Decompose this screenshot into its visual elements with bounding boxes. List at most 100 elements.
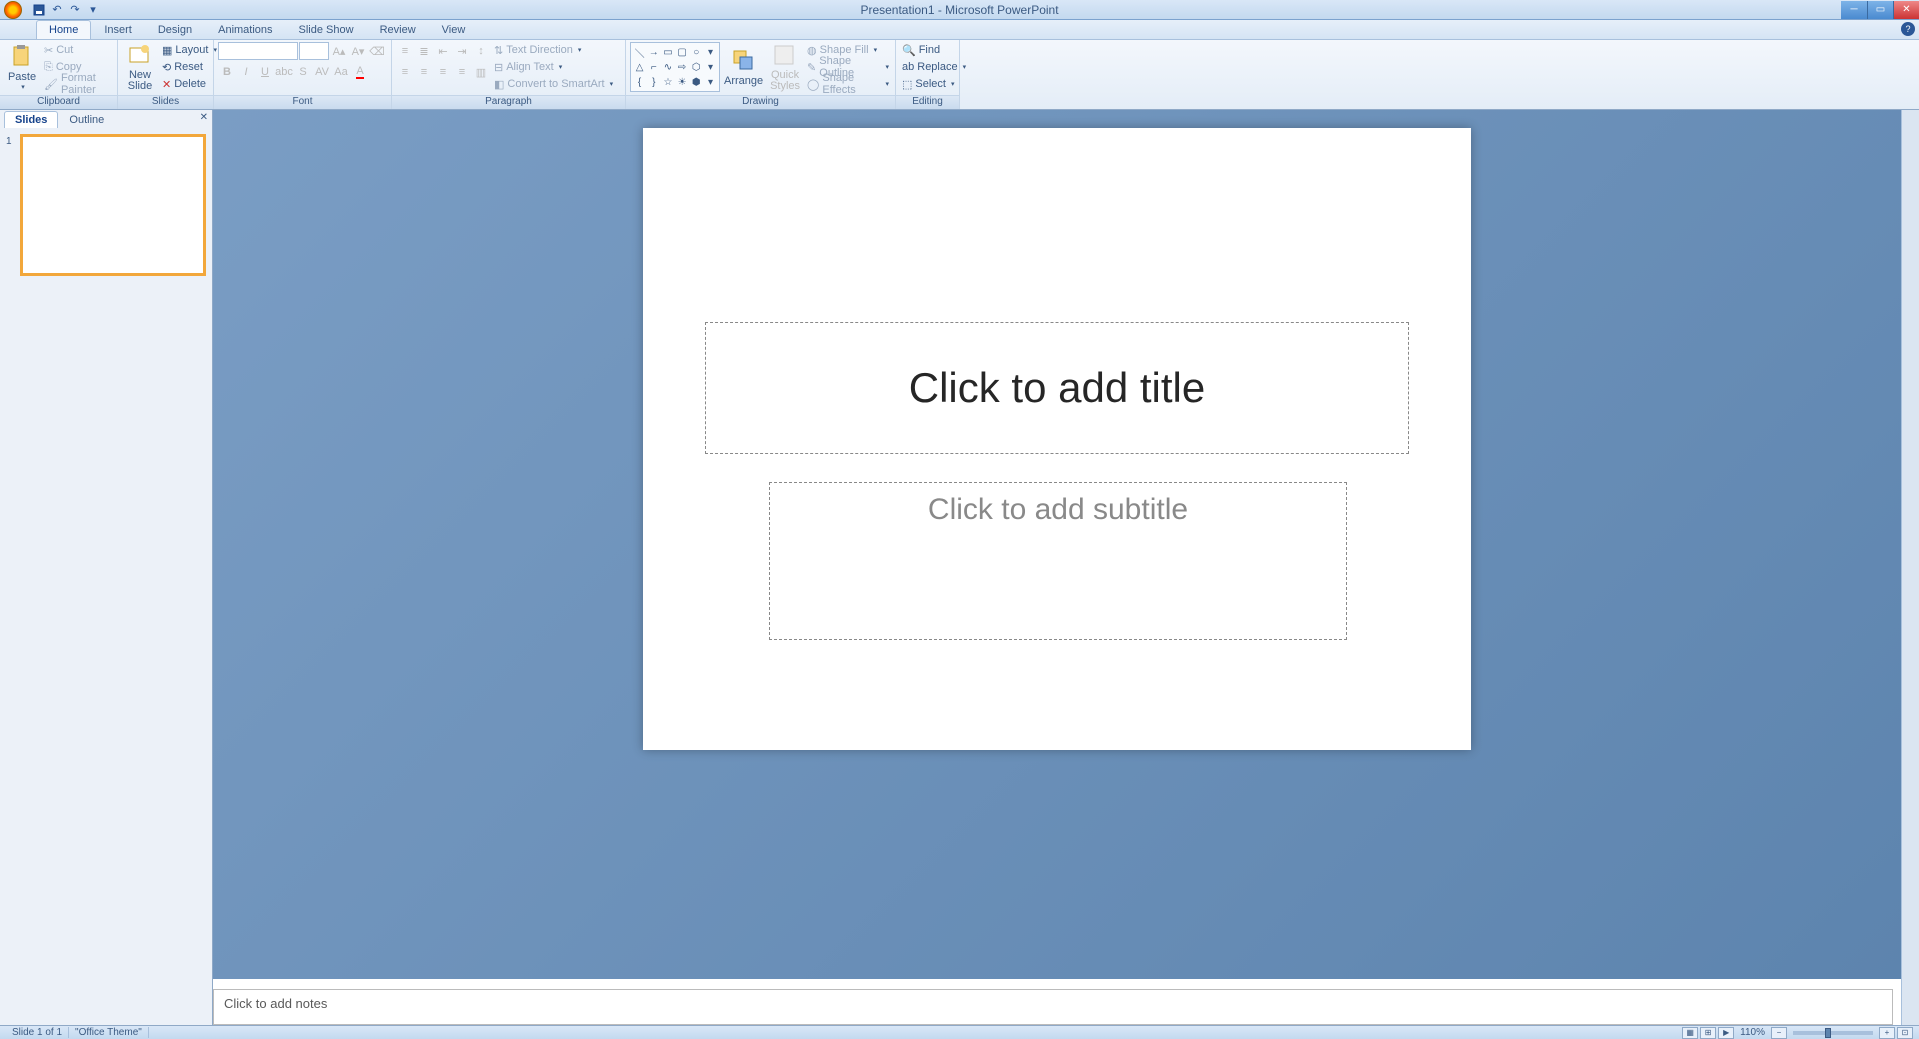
italic-button[interactable]: I [237,63,255,81]
paste-button[interactable]: Paste ▾ [4,42,40,94]
replace-button[interactable]: abReplace▾ [900,59,968,75]
panel-tab-outline[interactable]: Outline [58,111,115,128]
subtitle-placeholder[interactable]: Click to add subtitle [769,482,1347,640]
shape-hex-icon[interactable]: ⬡ [690,61,703,75]
numbering-button[interactable]: ≣ [415,42,433,60]
bold-button[interactable]: B [218,63,236,81]
group-slides: New Slide ▦Layout▾ ⟲Reset ✕Delete Slides [118,40,214,109]
chevron-down-icon: ▾ [21,83,25,91]
group-label: Editing [896,95,959,109]
text-direction-button[interactable]: ⇅Text Direction▾ [492,42,615,58]
shape-elbow-icon[interactable]: ⌐ [647,61,660,75]
subtitle-placeholder-text: Click to add subtitle [928,493,1188,527]
cut-button[interactable]: ✂Cut [42,42,113,58]
shape-more2-icon[interactable]: ▾ [704,61,717,75]
increase-indent-button[interactable]: ⇥ [453,42,471,60]
line-spacing-button[interactable]: ↕ [472,42,490,60]
shape-brace-icon[interactable]: { [633,76,646,90]
zoom-in-button[interactable]: + [1879,1027,1895,1039]
strike-button[interactable]: abc [275,63,293,81]
font-size-combo[interactable] [299,42,329,60]
title-placeholder[interactable]: Click to add title [705,322,1409,454]
underline-button[interactable]: U [256,63,274,81]
slideshow-view-button[interactable]: ▶ [1718,1027,1734,1039]
font-color-button[interactable]: A [351,63,369,81]
layout-button[interactable]: ▦Layout▾ [160,42,219,58]
shape-brace2-icon[interactable]: } [647,76,660,90]
paste-icon [10,45,34,69]
clear-format-button[interactable]: ⌫ [368,42,386,60]
new-slide-button[interactable]: New Slide [122,42,158,94]
zoom-thumb[interactable] [1825,1028,1831,1038]
align-right-button[interactable]: ≡ [434,63,452,81]
shrink-font-button[interactable]: A▾ [349,42,367,60]
redo-icon[interactable]: ↷ [68,3,82,17]
help-icon[interactable]: ? [1901,22,1915,36]
tab-view[interactable]: View [429,20,479,39]
tab-design[interactable]: Design [145,20,205,39]
shadow-button[interactable]: S [294,63,312,81]
shape-star-icon[interactable]: ☆ [661,76,674,90]
arrange-button[interactable]: Arrange [722,42,765,94]
quick-styles-button[interactable]: Quick Styles [767,42,803,94]
zoom-out-button[interactable]: − [1771,1027,1787,1039]
qat-dropdown-icon[interactable]: ▾ [86,3,100,17]
eraser-icon: ⌫ [369,45,385,58]
tab-insert[interactable]: Insert [91,20,145,39]
tab-home[interactable]: Home [36,20,91,39]
close-panel-icon[interactable]: ✕ [200,112,208,123]
shape-rect-icon[interactable]: ▭ [661,45,674,60]
minimize-button[interactable]: ─ [1841,1,1867,19]
shape-expand-icon[interactable]: ▾ [704,76,717,90]
bullets-button[interactable]: ≡ [396,42,414,60]
save-icon[interactable] [32,3,46,17]
columns-button[interactable]: ▥ [472,63,490,81]
slide-canvas[interactable]: Click to add title Click to add subtitle [643,128,1471,750]
shape-line-icon[interactable]: ＼ [633,45,646,60]
tab-slideshow[interactable]: Slide Show [286,20,367,39]
panel-tab-slides[interactable]: Slides [4,111,58,128]
find-icon: 🔍 [902,44,916,57]
notes-pane[interactable]: Click to add notes [213,989,1893,1025]
find-button[interactable]: 🔍Find [900,42,968,58]
shape-effects-button[interactable]: ◯Shape Effects▾ [805,76,891,92]
arrange-icon [732,49,756,73]
shape-roundrect-icon[interactable]: ▢ [676,45,689,60]
change-case-button[interactable]: Aa [332,63,350,81]
office-button[interactable] [4,1,22,19]
select-button[interactable]: ⬚Select▾ [900,76,968,92]
shape-sun-icon[interactable]: ☀ [676,76,689,90]
char-spacing-button[interactable]: AV [313,63,331,81]
delete-button[interactable]: ✕Delete [160,76,219,92]
slide-thumbnail[interactable] [20,134,206,276]
format-painter-button[interactable]: 🖌Format Painter [42,76,113,92]
grow-font-button[interactable]: A▴ [330,42,348,60]
align-center-button[interactable]: ≡ [415,63,433,81]
decrease-indent-button[interactable]: ⇤ [434,42,452,60]
shape-triangle-icon[interactable]: △ [633,61,646,75]
shape-blockarrow-icon[interactable]: ⇨ [676,61,689,75]
shape-curve-icon[interactable]: ∿ [661,61,674,75]
close-button[interactable]: ✕ [1893,1,1919,19]
tab-animations[interactable]: Animations [205,20,285,39]
quick-styles-icon [773,44,797,68]
sorter-view-button[interactable]: ⊞ [1700,1027,1716,1039]
align-text-button[interactable]: ⊟Align Text▾ [492,59,615,75]
shape-oval-icon[interactable]: ○ [690,45,703,60]
zoom-slider[interactable] [1793,1031,1873,1035]
shapes-gallery[interactable]: ＼ → ▭ ▢ ○ ▾ △ ⌐ ∿ ⇨ ⬡ ▾ { } ☆ ☀ ⬢ ▾ [630,42,720,92]
normal-view-button[interactable]: ▦ [1682,1027,1698,1039]
shape-arrow-icon[interactable]: → [647,45,660,60]
shape-callout-icon[interactable]: ⬢ [690,76,703,90]
justify-button[interactable]: ≡ [453,63,471,81]
tab-review[interactable]: Review [367,20,429,39]
undo-icon[interactable]: ↶ [50,3,64,17]
reset-button[interactable]: ⟲Reset [160,59,219,75]
shape-more-icon[interactable]: ▾ [704,45,717,60]
font-family-combo[interactable] [218,42,298,60]
maximize-button[interactable]: ▭ [1867,1,1893,19]
fit-window-button[interactable]: ⊡ [1897,1027,1913,1039]
vertical-scrollbar[interactable] [1901,110,1919,1025]
align-left-button[interactable]: ≡ [396,63,414,81]
convert-smartart-button[interactable]: ◧Convert to SmartArt▾ [492,76,615,92]
